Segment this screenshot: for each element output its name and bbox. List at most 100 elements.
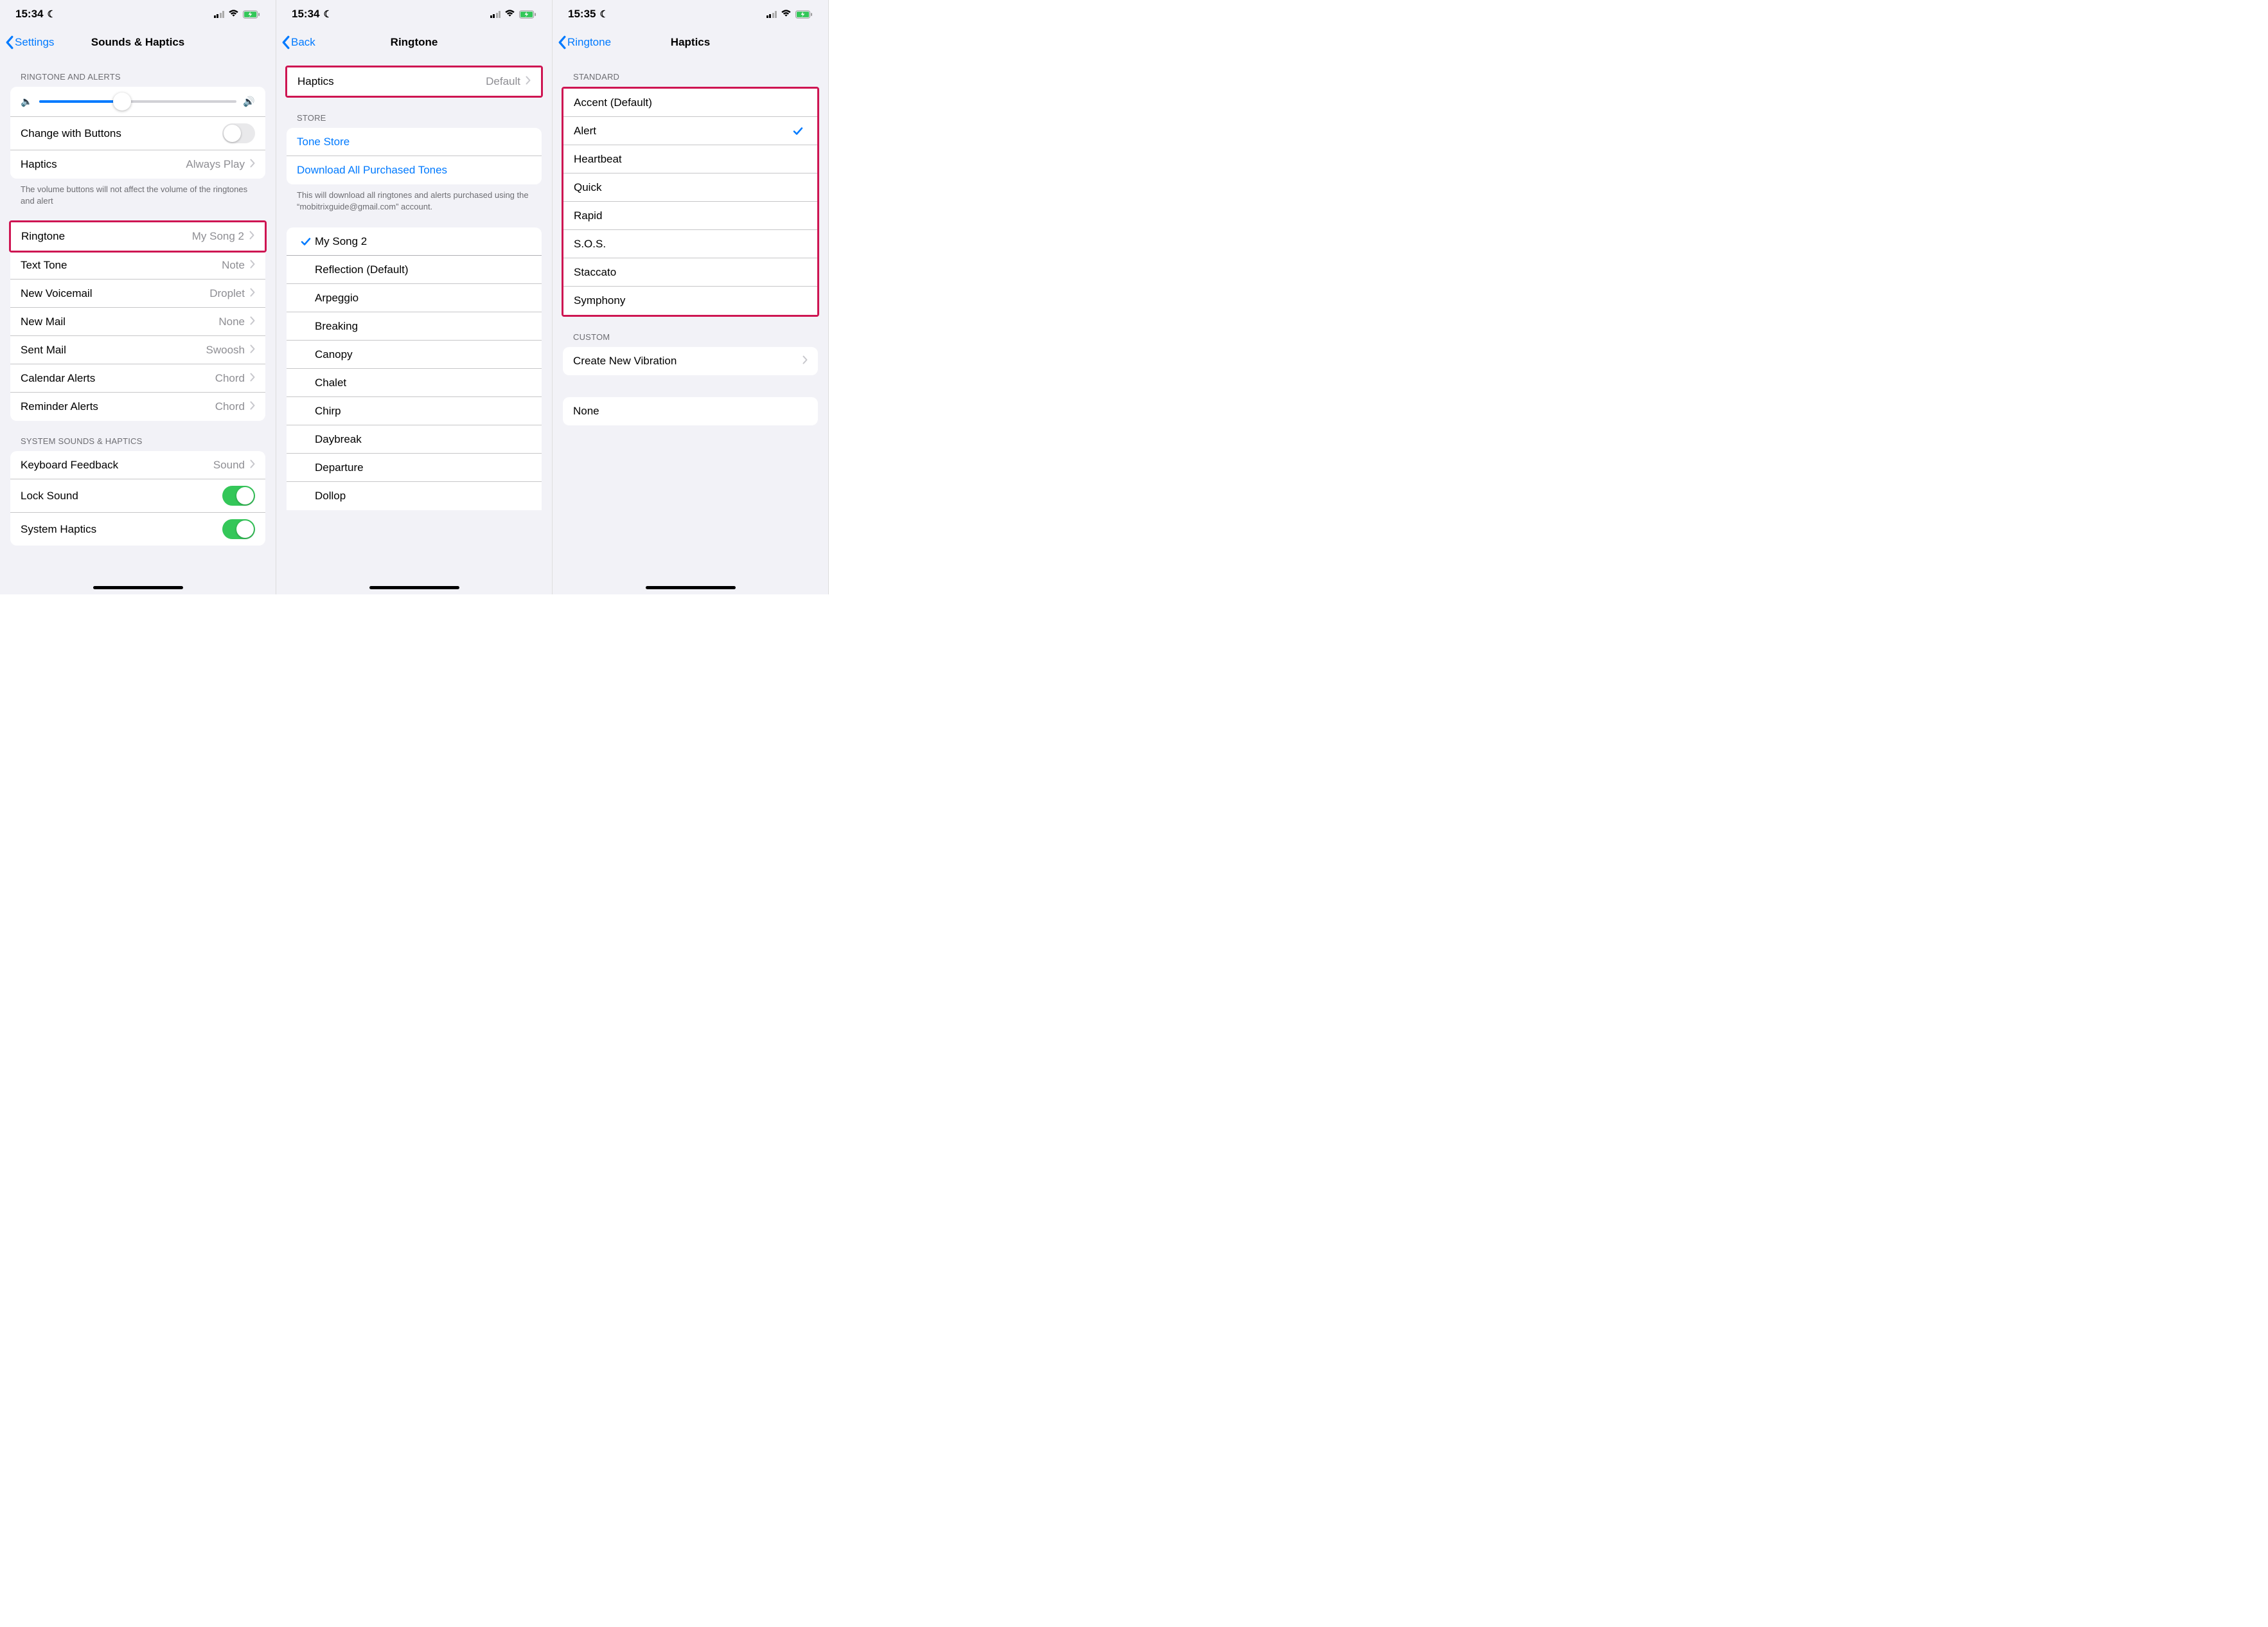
sound-row[interactable]: Calendar AlertsChord [10,364,265,393]
create-vibration-row[interactable]: Create New Vibration [563,347,818,375]
back-button[interactable]: Back [281,35,315,49]
battery-icon [795,10,813,19]
highlight-standard: Accent (Default)AlertHeartbeatQuickRapid… [562,87,819,317]
haptic-row[interactable]: Quick [563,173,817,202]
haptics-row[interactable]: Haptics Always Play [10,150,265,179]
tone-row[interactable]: Departure [287,454,542,482]
haptic-row[interactable]: Heartbeat [563,145,817,173]
tone-row[interactable]: Chirp [287,397,542,425]
page-title: Haptics [671,36,710,49]
do-not-disturb-icon: ☾ [47,8,55,20]
group-standard: Accent (Default)AlertHeartbeatQuickRapid… [563,89,817,315]
cellular-signal-icon [214,11,225,18]
change-buttons-toggle[interactable] [222,123,255,143]
wifi-icon [228,8,239,21]
group-none: None [563,397,818,425]
haptic-row[interactable]: Staccato [563,258,817,287]
home-indicator[interactable] [93,586,183,589]
highlight-haptics: Haptics Default [285,66,543,98]
system-haptics-row: System Haptics [10,513,265,546]
tone-row[interactable]: Dollop [287,482,542,510]
download-tones-link[interactable]: Download All Purchased Tones [287,156,542,184]
chevron-right-icon [250,400,255,413]
status-bar: 15:34 ☾ [276,0,552,28]
tone-row[interactable]: Reflection (Default) [287,256,542,284]
cellular-signal-icon [490,11,501,18]
section-header-store: STORE [276,98,552,128]
none-row[interactable]: None [563,397,818,425]
tone-row[interactable]: Chalet [287,369,542,397]
page-title: Sounds & Haptics [91,36,184,49]
wifi-icon [781,8,792,21]
highlight-ringtone: Ringtone My Song 2 [9,220,267,253]
group-custom: Create New Vibration [563,347,818,375]
chevron-right-icon [250,259,255,272]
system-haptics-toggle[interactable] [222,519,255,539]
change-buttons-label: Change with Buttons [21,127,222,140]
tone-store-link[interactable]: Tone Store [287,128,542,156]
volume-slider-row: 🔈 🔊 [10,87,265,117]
volume-footer: The volume buttons will not affect the v… [0,179,276,206]
screen-haptics: 15:35 ☾ Ringtone Haptics STANDARD Accent… [553,0,829,594]
haptic-row[interactable]: Rapid [563,202,817,230]
volume-slider[interactable] [39,100,237,103]
volume-high-icon: 🔊 [243,96,255,107]
chevron-right-icon [250,459,255,472]
haptic-row[interactable]: Alert [563,117,817,145]
haptics-value: Always Play [186,158,245,171]
status-time: 15:34 [15,8,43,21]
change-with-buttons-row: Change with Buttons [10,117,265,150]
haptics-row[interactable]: Haptics Default [287,67,541,96]
chevron-right-icon [250,287,255,300]
lock-sound-toggle[interactable] [222,486,255,506]
chevron-right-icon [250,344,255,357]
group-store: Tone Store Download All Purchased Tones [287,128,542,184]
page-title: Ringtone [391,36,438,49]
sound-row[interactable]: Sent MailSwoosh [10,336,265,364]
tone-row[interactable]: My Song 2 [287,227,542,256]
sound-row[interactable]: Text ToneNote [10,251,265,280]
chevron-right-icon [250,316,255,328]
chevron-right-icon [249,230,254,243]
status-bar: 15:34 ☾ [0,0,276,28]
cellular-signal-icon [766,11,777,18]
section-header-ringtone-alerts: RINGTONE AND ALERTS [0,57,276,87]
tone-row[interactable]: Breaking [287,312,542,341]
back-button[interactable]: Settings [5,35,54,49]
haptic-row[interactable]: S.O.S. [563,230,817,258]
home-indicator[interactable] [646,586,736,589]
section-header-standard: STANDARD [553,57,828,87]
check-icon [297,236,315,247]
sound-row[interactable]: New MailNone [10,308,265,336]
haptics-label: Haptics [21,158,186,171]
sound-row[interactable]: Reminder AlertsChord [10,393,265,421]
screen-ringtone: 15:34 ☾ Back Ringtone Haptics Default [276,0,553,594]
screen-sounds-haptics: 15:34 ☾ Settings Sounds & Haptics RINGTO… [0,0,276,594]
volume-low-icon: 🔈 [21,96,33,107]
back-label: Ringtone [567,36,611,49]
tone-row[interactable]: Daybreak [287,425,542,454]
store-footer: This will download all ringtones and ale… [276,184,552,212]
back-label: Settings [15,36,54,49]
battery-icon [519,10,536,19]
haptic-row[interactable]: Symphony [563,287,817,315]
tone-row[interactable]: Canopy [287,341,542,369]
do-not-disturb-icon: ☾ [323,8,332,20]
sound-row[interactable]: New VoicemailDroplet [10,280,265,308]
nav-bar: Back Ringtone [276,28,552,57]
nav-bar: Settings Sounds & Haptics [0,28,276,57]
group-tones: My Song 2Reflection (Default)ArpeggioBre… [287,227,542,510]
keyboard-feedback-row[interactable]: Keyboard Feedback Sound [10,451,265,479]
back-button[interactable]: Ringtone [558,35,611,49]
nav-bar: Ringtone Haptics [553,28,828,57]
home-indicator[interactable] [369,586,459,589]
chevron-right-icon [526,75,531,88]
status-bar: 15:35 ☾ [553,0,828,28]
section-header-system: SYSTEM SOUNDS & HAPTICS [0,421,276,451]
group-sounds: Text ToneNoteNew VoicemailDropletNew Mai… [10,251,265,421]
lock-sound-row: Lock Sound [10,479,265,513]
haptic-row[interactable]: Accent (Default) [563,89,817,117]
ringtone-row[interactable]: Ringtone My Song 2 [11,222,265,251]
group-volume: 🔈 🔊 Change with Buttons Haptics Always P… [10,87,265,179]
tone-row[interactable]: Arpeggio [287,284,542,312]
